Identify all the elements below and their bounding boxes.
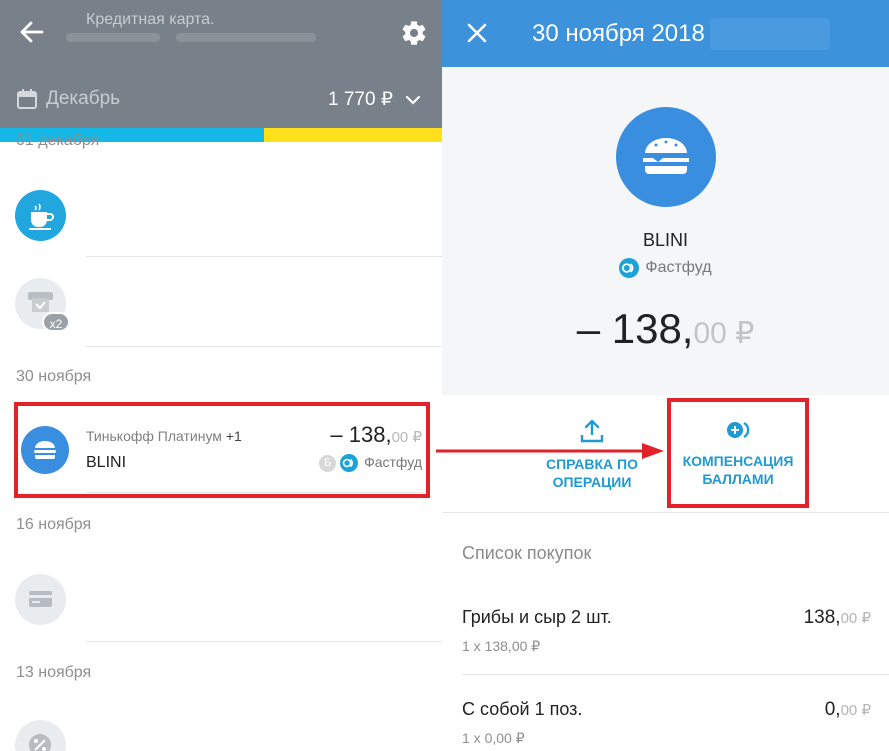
date-header: 30 ноября bbox=[16, 368, 92, 385]
list-divider bbox=[86, 492, 426, 493]
purchase-item-price: 138,00 ₽ bbox=[803, 607, 871, 628]
list-divider bbox=[462, 674, 889, 675]
bonus-icon: Б bbox=[319, 454, 337, 472]
transactions-panel: Кредитная карта. Декабрь 1 770 ₽ 01 дека… bbox=[0, 0, 442, 751]
back-arrow-icon[interactable] bbox=[18, 18, 46, 46]
date-header: 13 ноября bbox=[16, 664, 92, 681]
category-line: Фастфуд bbox=[442, 258, 889, 278]
month-total: 1 770 ₽ bbox=[328, 89, 393, 110]
screenshot-root: Кредитная карта. Декабрь 1 770 ₽ 01 дека… bbox=[0, 0, 889, 751]
date-header-cut: 01 декабря bbox=[16, 132, 100, 149]
list-divider bbox=[86, 641, 442, 642]
blurred-account-info bbox=[176, 33, 316, 42]
transaction-row-blini[interactable]: Тинькофф Платинум +1 BLINI – 138,00 ₽ БФ… bbox=[14, 402, 430, 498]
chevron-down-icon[interactable] bbox=[404, 91, 422, 109]
transaction-amount: – 138,00 ₽ bbox=[330, 422, 422, 447]
list-item-card[interactable] bbox=[15, 574, 66, 625]
merchant-avatar-large bbox=[616, 107, 716, 207]
merchant-name: BLINI bbox=[86, 454, 127, 471]
list-item-coffee[interactable] bbox=[15, 190, 66, 241]
card-title: Кредитная карта. bbox=[86, 11, 215, 28]
transaction-meta: Б Фастфуд bbox=[319, 454, 422, 473]
burger-icon bbox=[34, 441, 56, 459]
account-header: Кредитная карта. Декабрь 1 770 ₽ bbox=[0, 0, 442, 130]
list-divider bbox=[86, 256, 442, 257]
details-header: 30 ноября 2018 bbox=[442, 0, 889, 67]
merchant-name-large: BLINI bbox=[642, 230, 689, 250]
comp-label-line2: БАЛЛАМИ bbox=[702, 471, 774, 487]
calendar-icon[interactable] bbox=[16, 88, 38, 110]
close-icon[interactable] bbox=[464, 20, 490, 46]
receipt-label-line2: ОПЕРАЦИИ bbox=[552, 474, 632, 490]
purchase-item-name: С собой 1 поз. bbox=[462, 699, 583, 719]
date-header: 16 ноября bbox=[16, 516, 92, 533]
transaction-details-panel: 30 ноября 2018 BLINI Фастфуд – 138,00 ₽ bbox=[442, 0, 889, 751]
list-divider bbox=[86, 346, 442, 347]
compensate-with-points-button[interactable]: КОМПЕНСАЦИЯ БАЛЛАМИ bbox=[667, 398, 809, 508]
purchase-item-name: Грибы и сыр 2 шт. bbox=[462, 607, 612, 627]
fastfood-category-icon bbox=[340, 454, 359, 473]
card-name: Тинькофф Платинум +1 bbox=[86, 428, 242, 444]
spending-progress-yellow bbox=[264, 128, 442, 142]
coffee-icon bbox=[29, 203, 54, 230]
purchase-item-detail: 1 x 0,00 ₽ bbox=[462, 730, 525, 746]
burger-icon bbox=[643, 138, 689, 174]
count-badge: x2 bbox=[42, 312, 70, 332]
transaction-summary: BLINI Фастфуд – 138,00 ₽ bbox=[442, 67, 889, 395]
blurred-header-info bbox=[710, 18, 830, 50]
fastfood-category-icon bbox=[619, 258, 640, 278]
comp-label-line1: КОМПЕНСАЦИЯ bbox=[682, 453, 794, 469]
purchase-item-detail: 1 x 138,00 ₽ bbox=[462, 638, 541, 654]
gear-icon[interactable] bbox=[400, 19, 428, 47]
list-item-percent[interactable] bbox=[15, 720, 66, 751]
percent-icon bbox=[29, 734, 51, 751]
purchase-list-title: Список покупок bbox=[462, 543, 592, 563]
card-icon bbox=[29, 591, 52, 607]
month-selector[interactable]: Декабрь bbox=[46, 88, 120, 110]
blurred-account-info bbox=[66, 33, 160, 42]
purchase-item-price: 0,00 ₽ bbox=[824, 699, 871, 720]
points-icon bbox=[727, 421, 750, 439]
merchant-avatar bbox=[21, 426, 69, 474]
annotation-arrow bbox=[436, 443, 664, 459]
transaction-amount-large: – 138,00 ₽ bbox=[576, 305, 755, 352]
details-title: 30 ноября 2018 bbox=[532, 20, 705, 47]
